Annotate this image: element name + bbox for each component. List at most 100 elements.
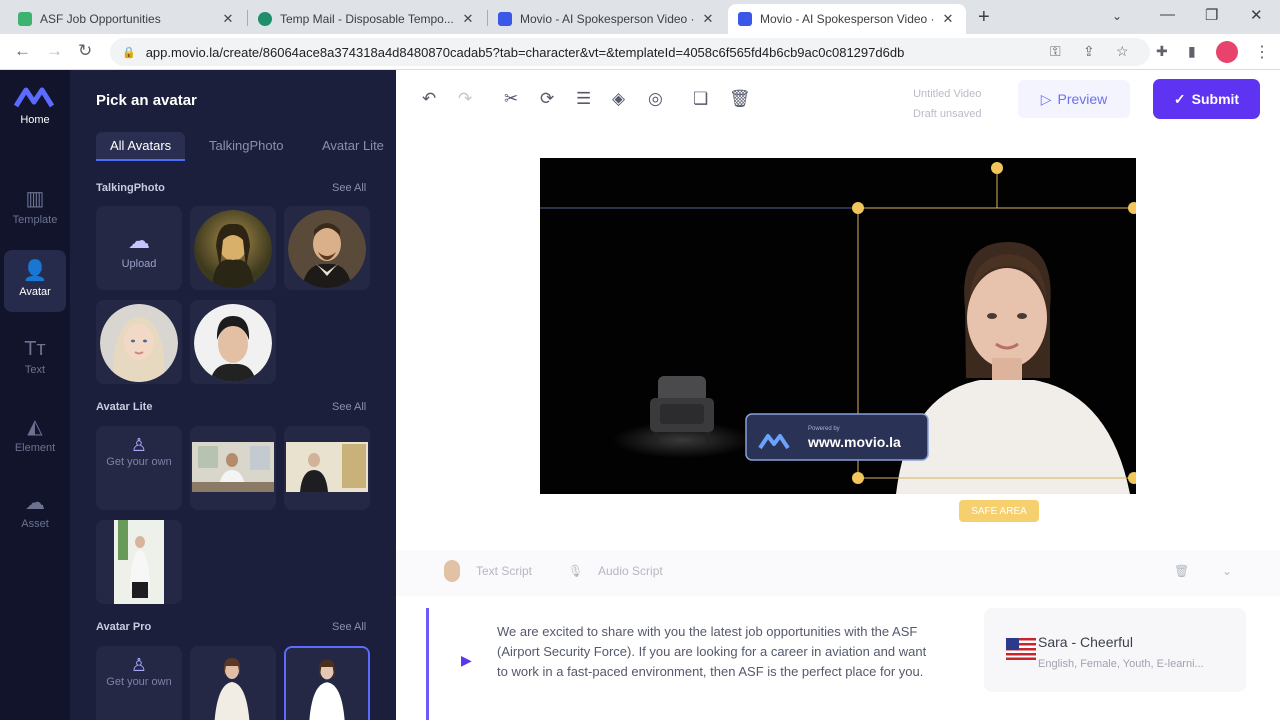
- extensions-icon[interactable]: ✚: [1156, 43, 1168, 60]
- close-icon[interactable]: ✕: [700, 11, 716, 27]
- script-text[interactable]: We are excited to share with you the lat…: [497, 622, 927, 682]
- tab-avatar-lite[interactable]: Avatar Lite: [322, 138, 384, 153]
- browser-tab-active[interactable]: Movio - AI Spokesperson Video · ✕: [728, 4, 966, 34]
- see-all-link[interactable]: See All: [332, 182, 366, 194]
- tab-all-avatars[interactable]: All Avatars: [96, 132, 186, 161]
- see-all-link[interactable]: See All: [332, 401, 366, 413]
- document-name: Untitled Video Draft unsaved: [913, 84, 981, 124]
- avatar-tile[interactable]: [96, 300, 182, 384]
- new-tab-icon[interactable]: +: [978, 6, 990, 29]
- reload-icon[interactable]: ↻: [78, 41, 92, 61]
- avatar-tile[interactable]: [190, 206, 276, 290]
- movio-logo-icon[interactable]: [14, 86, 56, 108]
- get-your-own-tile[interactable]: ♙ Get your own: [96, 426, 182, 510]
- tab-audio-script[interactable]: Audio Script: [598, 564, 663, 578]
- tab-title: Temp Mail - Disposable Tempo...: [280, 12, 454, 26]
- preview-label: Preview: [1057, 91, 1108, 107]
- panel-title: Pick an avatar: [96, 92, 197, 109]
- nav-label: Home: [20, 114, 50, 126]
- person-icon: 👤: [22, 260, 48, 282]
- upload-tile[interactable]: ☁ Upload: [96, 206, 182, 290]
- undo-icon[interactable]: ↶: [422, 89, 436, 109]
- nav-avatar[interactable]: 👤 Avatar: [4, 250, 66, 312]
- browser-tabstrip: ASF Job Opportunities ✕ Temp Mail - Disp…: [0, 0, 1280, 34]
- forward-icon[interactable]: →: [46, 41, 63, 61]
- template-icon: ▥: [25, 188, 45, 210]
- nav-label: Template: [12, 214, 58, 226]
- movio-icon: [498, 12, 512, 26]
- section-title: Avatar Pro: [96, 621, 152, 633]
- bookmark-star-icon[interactable]: ☆: [1116, 43, 1129, 60]
- voice-description: English, Female, Youth, E-learni...: [1038, 658, 1204, 670]
- text-icon: Tт: [24, 338, 46, 360]
- nav-label: Element: [14, 442, 56, 454]
- align-icon[interactable]: ☰: [576, 89, 591, 109]
- doc-title[interactable]: Untitled Video: [913, 84, 981, 104]
- minimize-icon[interactable]: —: [1160, 6, 1175, 23]
- replace-icon[interactable]: ⟳: [540, 89, 554, 109]
- url-text: app.movio.la/create/86064ace8a374318a4d8…: [145, 44, 905, 60]
- address-bar: ← → ↻ 🔒 app.movio.la/create/86064ace8a37…: [0, 34, 1280, 70]
- magic-cut-icon[interactable]: ✂: [504, 89, 518, 109]
- close-icon[interactable]: ✕: [220, 11, 236, 27]
- redo-icon[interactable]: ↷: [458, 89, 472, 109]
- section-title: TalkingPhoto: [96, 182, 165, 194]
- close-icon[interactable]: ✕: [940, 11, 956, 27]
- avatar-tile-selected[interactable]: [284, 646, 370, 720]
- woman-living-room-thumbnail: [284, 426, 370, 510]
- tab-search-icon[interactable]: ⌄: [1112, 9, 1122, 23]
- chevron-down-icon[interactable]: ⌄: [1222, 564, 1232, 578]
- avatar-tile[interactable]: [96, 520, 182, 604]
- get-your-own-tile[interactable]: ♙ Get your own: [96, 646, 182, 720]
- back-icon[interactable]: ←: [14, 41, 31, 61]
- browser-tab[interactable]: Temp Mail - Disposable Tempo... ✕: [248, 4, 486, 34]
- window-close-icon[interactable]: ✕: [1250, 6, 1263, 24]
- tab-text-script[interactable]: Text Script: [476, 564, 532, 578]
- tab-title: Movio - AI Spokesperson Video ·: [520, 12, 695, 26]
- get-your-own-label: Get your own: [106, 456, 172, 468]
- browser-tab[interactable]: ASF Job Opportunities ✕: [8, 4, 246, 34]
- avatar-tile[interactable]: [190, 646, 276, 720]
- check-icon: ✓: [1173, 90, 1186, 107]
- doc-status: Draft unsaved: [913, 108, 982, 120]
- close-icon[interactable]: ✕: [460, 11, 476, 27]
- avatar-tile[interactable]: [190, 426, 276, 510]
- nav-home[interactable]: Home: [0, 114, 70, 126]
- avatar-tile[interactable]: [284, 426, 370, 510]
- voice-selector[interactable]: Sara - Cheerful English, Female, Youth, …: [984, 608, 1246, 692]
- browser-tab[interactable]: Movio - AI Spokesperson Video · ✕: [488, 4, 726, 34]
- restore-icon[interactable]: ❐: [1205, 6, 1218, 24]
- us-flag-icon: [1006, 638, 1036, 660]
- avatar-tile[interactable]: [284, 206, 370, 290]
- submit-button[interactable]: ✓ Submit: [1153, 79, 1260, 119]
- nav-template[interactable]: ▥ Template: [0, 186, 70, 226]
- tab-talking-photo[interactable]: TalkingPhoto: [209, 138, 283, 153]
- nav-element[interactable]: ◭ Element: [0, 414, 70, 454]
- video-canvas[interactable]: Powered by www.movio.la: [540, 158, 1136, 494]
- nav-asset[interactable]: ☁ Asset: [0, 490, 70, 530]
- preview-button[interactable]: ▷ Preview: [1018, 80, 1130, 118]
- script-editor[interactable]: ▶ We are excited to share with you the l…: [426, 608, 942, 720]
- share-icon[interactable]: ⇪: [1083, 43, 1095, 60]
- cloud-upload-icon: ☁: [128, 228, 150, 253]
- avatar-tile[interactable]: [190, 300, 276, 384]
- trash-icon[interactable]: 🗑: [1174, 564, 1189, 578]
- blonde-woman-avatar: [100, 304, 178, 382]
- layers-icon[interactable]: ◈: [612, 89, 625, 109]
- duplicate-icon[interactable]: ❏: [693, 89, 708, 109]
- browser-menu-icon[interactable]: ⋮: [1254, 42, 1270, 62]
- delete-icon[interactable]: 🗑: [729, 89, 751, 109]
- see-all-link[interactable]: See All: [332, 621, 366, 633]
- play-icon[interactable]: ▶: [461, 652, 472, 669]
- key-icon[interactable]: ⚿: [1050, 43, 1061, 60]
- nav-text[interactable]: Tт Text: [0, 338, 70, 376]
- mona-lisa-avatar: [194, 210, 272, 288]
- url-field[interactable]: 🔒 app.movio.la/create/86064ace8a374318a4…: [110, 38, 1150, 66]
- avatar-mini-icon: [444, 560, 460, 582]
- sidepanel-icon[interactable]: ▮: [1188, 43, 1196, 60]
- young-man-avatar: [194, 304, 272, 382]
- nav-label: Asset: [21, 518, 49, 530]
- profile-avatar[interactable]: [1216, 41, 1238, 63]
- watermark-text: www.movio.la: [808, 434, 901, 450]
- hide-icon[interactable]: ◎: [648, 89, 663, 109]
